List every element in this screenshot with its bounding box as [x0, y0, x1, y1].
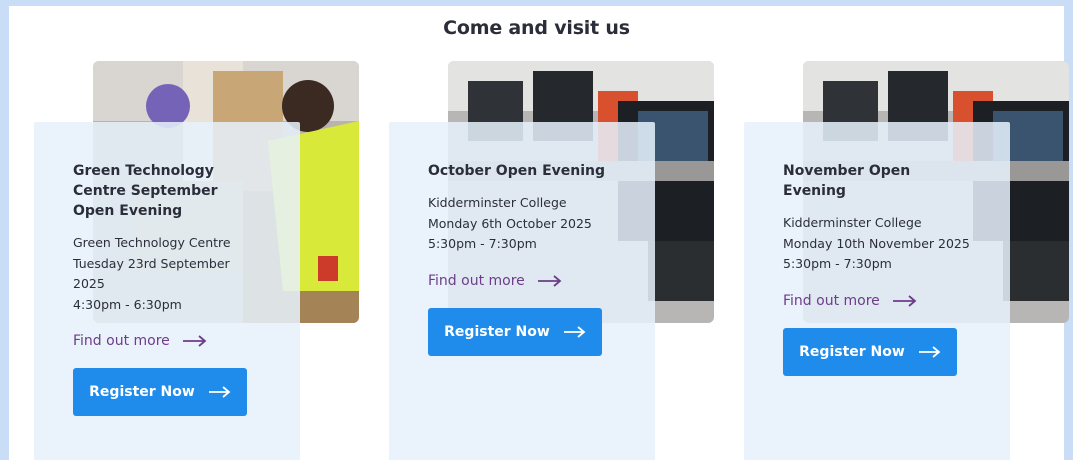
arrow-right-icon	[918, 345, 941, 358]
find-out-more-label: Find out more	[428, 272, 525, 289]
event-time: 5:30pm - 7:30pm	[428, 236, 537, 251]
event-card: Green Technology Centre September Open E…	[34, 122, 300, 460]
register-now-label: Register Now	[799, 343, 905, 360]
section-title: Come and visit us	[443, 17, 630, 39]
event-location: Kidderminster College	[428, 195, 567, 210]
register-now-label: Register Now	[444, 323, 550, 340]
find-out-more-label: Find out more	[783, 292, 880, 309]
find-out-more-link[interactable]: Find out more	[783, 293, 990, 309]
arrow-right-icon	[208, 386, 231, 398]
register-now-button[interactable]: Register Now	[783, 327, 957, 376]
event-date: Monday 10th November 2025	[783, 235, 970, 251]
arrow-right-icon	[182, 335, 207, 347]
event-time: 4:30pm - 6:30pm	[73, 296, 182, 312]
register-now-button[interactable]: Register Now	[428, 307, 602, 356]
find-out-more-link[interactable]: Find out more	[73, 333, 280, 349]
event-title: Green Technology Centre September Open E…	[73, 163, 218, 219]
visit-us-section: Come and visit us Green Technology Centr…	[9, 6, 1069, 460]
event-title: November Open Evening	[783, 163, 911, 199]
find-out-more-label: Find out more	[73, 333, 170, 349]
event-location: Green Technology Centre	[73, 235, 231, 250]
event-card: November Open Evening Kidderminster Coll…	[744, 122, 1010, 460]
event-time: 5:30pm - 7:30pm	[783, 256, 892, 271]
find-out-more-link[interactable]: Find out more	[428, 273, 635, 289]
event-location: Kidderminster College	[783, 215, 922, 230]
event-title: October Open Evening	[428, 163, 606, 179]
event-card: October Open Evening Kidderminster Colle…	[389, 122, 655, 460]
arrow-right-icon	[537, 274, 562, 287]
arrow-right-icon	[563, 325, 586, 338]
event-date: Monday 6th October 2025	[428, 215, 592, 231]
event-date: Tuesday 23rd September 2025	[73, 255, 230, 292]
register-now-button[interactable]: Register Now	[73, 368, 247, 416]
register-now-label: Register Now	[89, 384, 195, 400]
arrow-right-icon	[892, 294, 917, 307]
